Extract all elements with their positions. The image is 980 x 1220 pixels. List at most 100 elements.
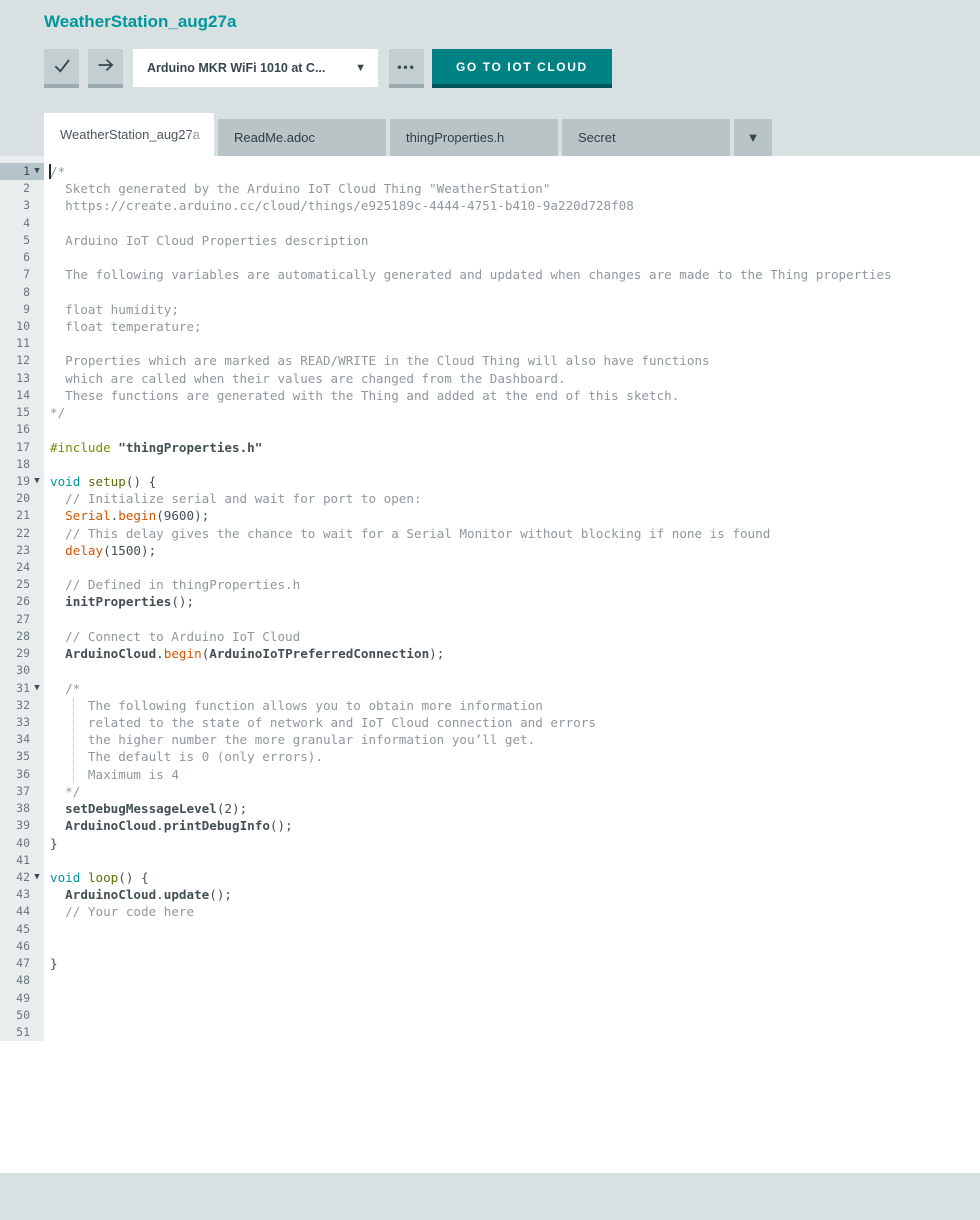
code-line[interactable] xyxy=(50,421,980,438)
gutter-row: 15 xyxy=(0,404,44,421)
code-line[interactable]: // Initialize serial and wait for port t… xyxy=(50,490,980,507)
code-line[interactable]: Properties which are marked as READ/WRIT… xyxy=(50,352,980,369)
code-line[interactable]: // Your code here xyxy=(50,903,980,920)
code-area[interactable]: /* Sketch generated by the Arduino IoT C… xyxy=(44,156,980,1173)
code-token: // Initialize serial and wait for port t… xyxy=(65,491,421,506)
gutter-row: 27 xyxy=(0,611,44,628)
fold-arrow-icon[interactable]: ▼ xyxy=(30,163,44,180)
code-line[interactable]: /* xyxy=(50,680,980,697)
code-line[interactable]: // This delay gives the chance to wait f… xyxy=(50,525,980,542)
code-line[interactable]: Serial.begin(9600); xyxy=(50,507,980,524)
fold-spacer xyxy=(30,766,44,783)
fold-arrow-icon[interactable]: ▼ xyxy=(30,473,44,490)
code-line[interactable]: setDebugMessageLevel(2); xyxy=(50,800,980,817)
code-line[interactable] xyxy=(50,662,980,679)
code-line[interactable] xyxy=(50,559,980,576)
code-line[interactable] xyxy=(50,611,980,628)
code-line[interactable] xyxy=(50,938,980,955)
code-line[interactable]: which are called when their values are c… xyxy=(50,370,980,387)
code-editor[interactable]: 1▼2345678910111213141516171819▼202122232… xyxy=(0,156,980,1173)
code-line[interactable]: // Connect to Arduino IoT Cloud xyxy=(50,628,980,645)
code-line[interactable] xyxy=(50,456,980,473)
tab-weatherstation-aug27a[interactable]: WeatherStation_aug27a xyxy=(44,113,214,156)
code-line[interactable] xyxy=(50,921,980,938)
line-number: 28 xyxy=(0,628,30,645)
text-cursor xyxy=(49,164,51,179)
gutter-row: 36 xyxy=(0,766,44,783)
code-line[interactable]: /* xyxy=(50,163,980,180)
code-token: begin xyxy=(118,508,156,523)
code-token xyxy=(80,474,88,489)
code-line[interactable]: The following function allows you to obt… xyxy=(50,697,980,714)
gutter-row: 34 xyxy=(0,731,44,748)
go-to-iot-cloud-button[interactable]: GO TO IOT CLOUD xyxy=(432,49,612,88)
code-line[interactable]: */ xyxy=(50,404,980,421)
code-line[interactable]: ArduinoCloud.begin(ArduinoIoTPreferredCo… xyxy=(50,645,980,662)
tab-secret[interactable]: Secret xyxy=(562,119,730,156)
fold-arrow-icon[interactable]: ▼ xyxy=(30,680,44,697)
code-line[interactable] xyxy=(50,215,980,232)
fold-spacer xyxy=(30,318,44,335)
upload-button[interactable] xyxy=(88,49,123,88)
line-number: 41 xyxy=(0,852,30,869)
code-line[interactable]: These functions are generated with the T… xyxy=(50,387,980,404)
code-token: ); xyxy=(429,646,444,661)
fold-spacer xyxy=(30,387,44,404)
code-line[interactable]: void setup() { xyxy=(50,473,980,490)
code-line[interactable]: related to the state of network and IoT … xyxy=(50,714,980,731)
code-token: related to the state of network and IoT … xyxy=(50,715,596,730)
gutter-row: 12 xyxy=(0,352,44,369)
code-line[interactable]: delay(1500); xyxy=(50,542,980,559)
code-line[interactable]: float temperature; xyxy=(50,318,980,335)
code-line[interactable]: Maximum is 4 xyxy=(50,766,980,783)
code-line[interactable]: void loop() { xyxy=(50,869,980,886)
code-token: float temperature; xyxy=(50,319,202,334)
code-line[interactable]: The default is 0 (only errors). xyxy=(50,748,980,765)
code-line[interactable] xyxy=(50,335,980,352)
code-line[interactable]: the higher number the more granular info… xyxy=(50,731,980,748)
tab-readme-adoc[interactable]: ReadMe.adoc xyxy=(218,119,386,156)
code-line[interactable]: Sketch generated by the Arduino IoT Clou… xyxy=(50,180,980,197)
fold-arrow-icon[interactable]: ▼ xyxy=(30,869,44,886)
code-line[interactable] xyxy=(50,990,980,1007)
code-line[interactable] xyxy=(50,1024,980,1041)
gutter-row: 8 xyxy=(0,284,44,301)
code-line[interactable] xyxy=(50,852,980,869)
code-line[interactable] xyxy=(50,972,980,989)
verify-button[interactable] xyxy=(44,49,79,88)
fold-spacer xyxy=(30,559,44,576)
code-line[interactable] xyxy=(50,1007,980,1024)
board-selector-dropdown[interactable]: Arduino MKR WiFi 1010 at C... ▼ xyxy=(133,49,378,87)
code-line[interactable]: } xyxy=(50,955,980,972)
code-token xyxy=(50,594,65,609)
gutter-row: 48 xyxy=(0,972,44,989)
fold-spacer xyxy=(30,542,44,559)
code-token: These functions are generated with the T… xyxy=(50,388,679,403)
fold-spacer xyxy=(30,301,44,318)
gutter: 1▼2345678910111213141516171819▼202122232… xyxy=(0,156,44,1041)
code-line[interactable]: Arduino IoT Cloud Properties description xyxy=(50,232,980,249)
tab-label: ReadMe.adoc xyxy=(234,130,315,145)
code-line[interactable]: // Defined in thingProperties.h xyxy=(50,576,980,593)
code-line[interactable] xyxy=(50,249,980,266)
tab-thingproperties-h[interactable]: thingProperties.h xyxy=(390,119,558,156)
code-line[interactable]: */ xyxy=(50,783,980,800)
gutter-row: 1▼ xyxy=(0,163,44,180)
code-line[interactable]: ArduinoCloud.printDebugInfo(); xyxy=(50,817,980,834)
code-line[interactable]: https://create.arduino.cc/cloud/things/e… xyxy=(50,197,980,214)
code-line[interactable]: float humidity; xyxy=(50,301,980,318)
code-line[interactable]: #include "thingProperties.h" xyxy=(50,439,980,456)
gutter-row: 11 xyxy=(0,335,44,352)
code-line[interactable]: initProperties(); xyxy=(50,593,980,610)
code-line[interactable]: ArduinoCloud.update(); xyxy=(50,886,980,903)
code-line[interactable]: } xyxy=(50,835,980,852)
code-line[interactable]: The following variables are automaticall… xyxy=(50,266,980,283)
tabs-overflow-button[interactable]: ▼ xyxy=(734,119,772,156)
code-token xyxy=(50,646,65,661)
fold-spacer xyxy=(30,714,44,731)
line-number: 21 xyxy=(0,507,30,524)
fold-spacer xyxy=(30,800,44,817)
code-line[interactable] xyxy=(50,284,980,301)
gutter-row: 24 xyxy=(0,559,44,576)
more-options-button[interactable]: ••• xyxy=(389,49,424,88)
